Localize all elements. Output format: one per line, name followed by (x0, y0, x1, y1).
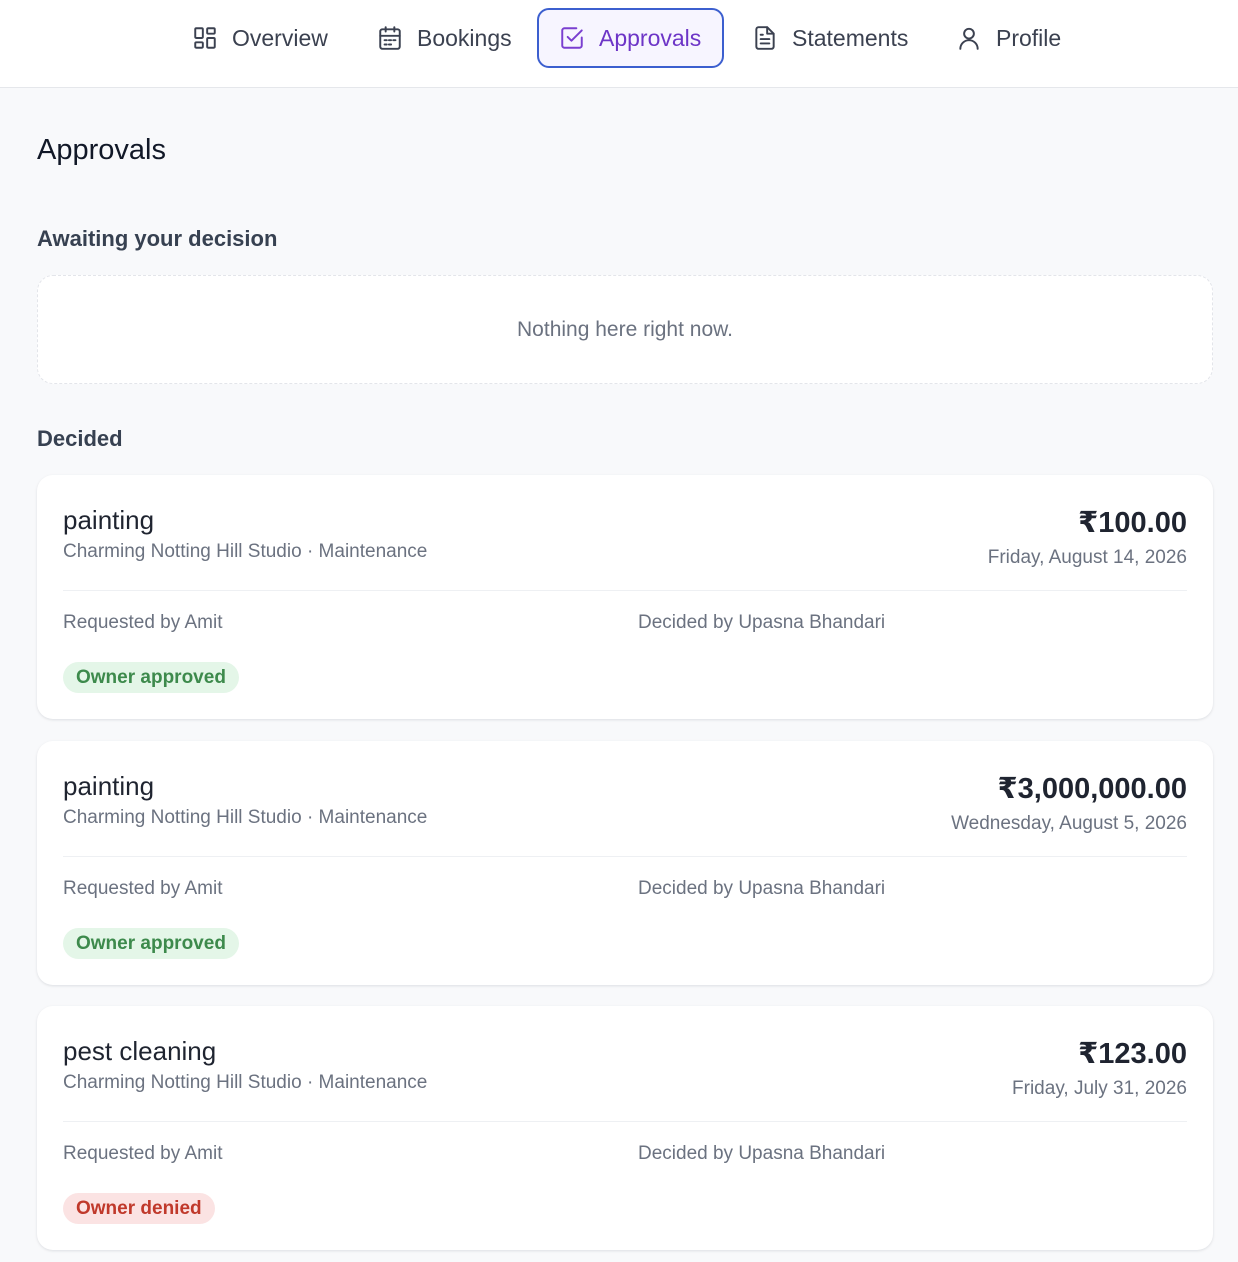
top-navigation: Overview Bookings Approvals Statements P… (0, 0, 1238, 88)
approval-subtitle: Charming Notting Hill Studio · Maintenan… (63, 807, 428, 828)
approval-amount: ₹123.00 (1078, 1038, 1187, 1070)
grid-icon (194, 27, 216, 49)
document-icon (755, 26, 775, 50)
requested-by: Requested by Amit (63, 878, 223, 899)
tab-label: Overview (232, 24, 328, 51)
tab-approvals[interactable]: Approvals (537, 8, 724, 68)
empty-state-text: Nothing here right now. (517, 317, 733, 341)
tab-label: Approvals (599, 24, 702, 51)
approval-subtitle: Charming Notting Hill Studio · Maintenan… (63, 1072, 428, 1093)
approval-card[interactable]: pest cleaning Charming Notting Hill Stud… (37, 1006, 1213, 1250)
check-square-icon (561, 27, 583, 49)
status-badge: Owner approved (63, 662, 239, 693)
approval-date: Friday, July 31, 2026 (1012, 1078, 1187, 1099)
approval-card[interactable]: painting Charming Notting Hill Studio · … (37, 475, 1213, 719)
approval-amount: ₹100.00 (1078, 507, 1187, 539)
awaiting-empty-state: Nothing here right now. (37, 275, 1213, 384)
approval-title: pest cleaning (63, 1036, 217, 1066)
decided-by: Decided by Upasna Bhandari (638, 612, 886, 633)
awaiting-section-title: Awaiting your decision (37, 226, 278, 251)
approval-date: Wednesday, August 5, 2026 (951, 813, 1187, 834)
requested-by: Requested by Amit (63, 612, 223, 633)
tab-statements[interactable]: Statements (730, 8, 930, 68)
decided-section-title: Decided (37, 426, 123, 451)
tab-profile[interactable]: Profile (934, 8, 1083, 68)
decided-by: Decided by Upasna Bhandari (638, 878, 886, 899)
approval-subtitle: Charming Notting Hill Studio · Maintenan… (63, 541, 428, 562)
calendar-icon (379, 26, 401, 50)
approval-amount: ₹3,000,000.00 (997, 773, 1187, 805)
tab-label: Bookings (417, 24, 512, 51)
decided-by: Decided by Upasna Bhandari (638, 1143, 886, 1164)
requested-by: Requested by Amit (63, 1143, 223, 1164)
status-badge: Owner denied (63, 1193, 215, 1224)
tab-bookings[interactable]: Bookings (355, 8, 534, 68)
page-title: Approvals (37, 134, 166, 166)
approval-title: painting (63, 505, 155, 535)
approval-date: Friday, August 14, 2026 (987, 547, 1187, 568)
divider (63, 590, 1187, 591)
divider (63, 1121, 1187, 1122)
divider (63, 856, 1187, 857)
tab-label: Statements (792, 24, 909, 51)
approval-card[interactable]: painting Charming Notting Hill Studio · … (37, 741, 1213, 985)
tab-overview[interactable]: Overview (170, 8, 350, 68)
status-badge: Owner approved (63, 928, 239, 959)
approval-title: painting (63, 771, 155, 801)
user-icon (959, 27, 979, 50)
tab-label: Profile (996, 24, 1062, 51)
